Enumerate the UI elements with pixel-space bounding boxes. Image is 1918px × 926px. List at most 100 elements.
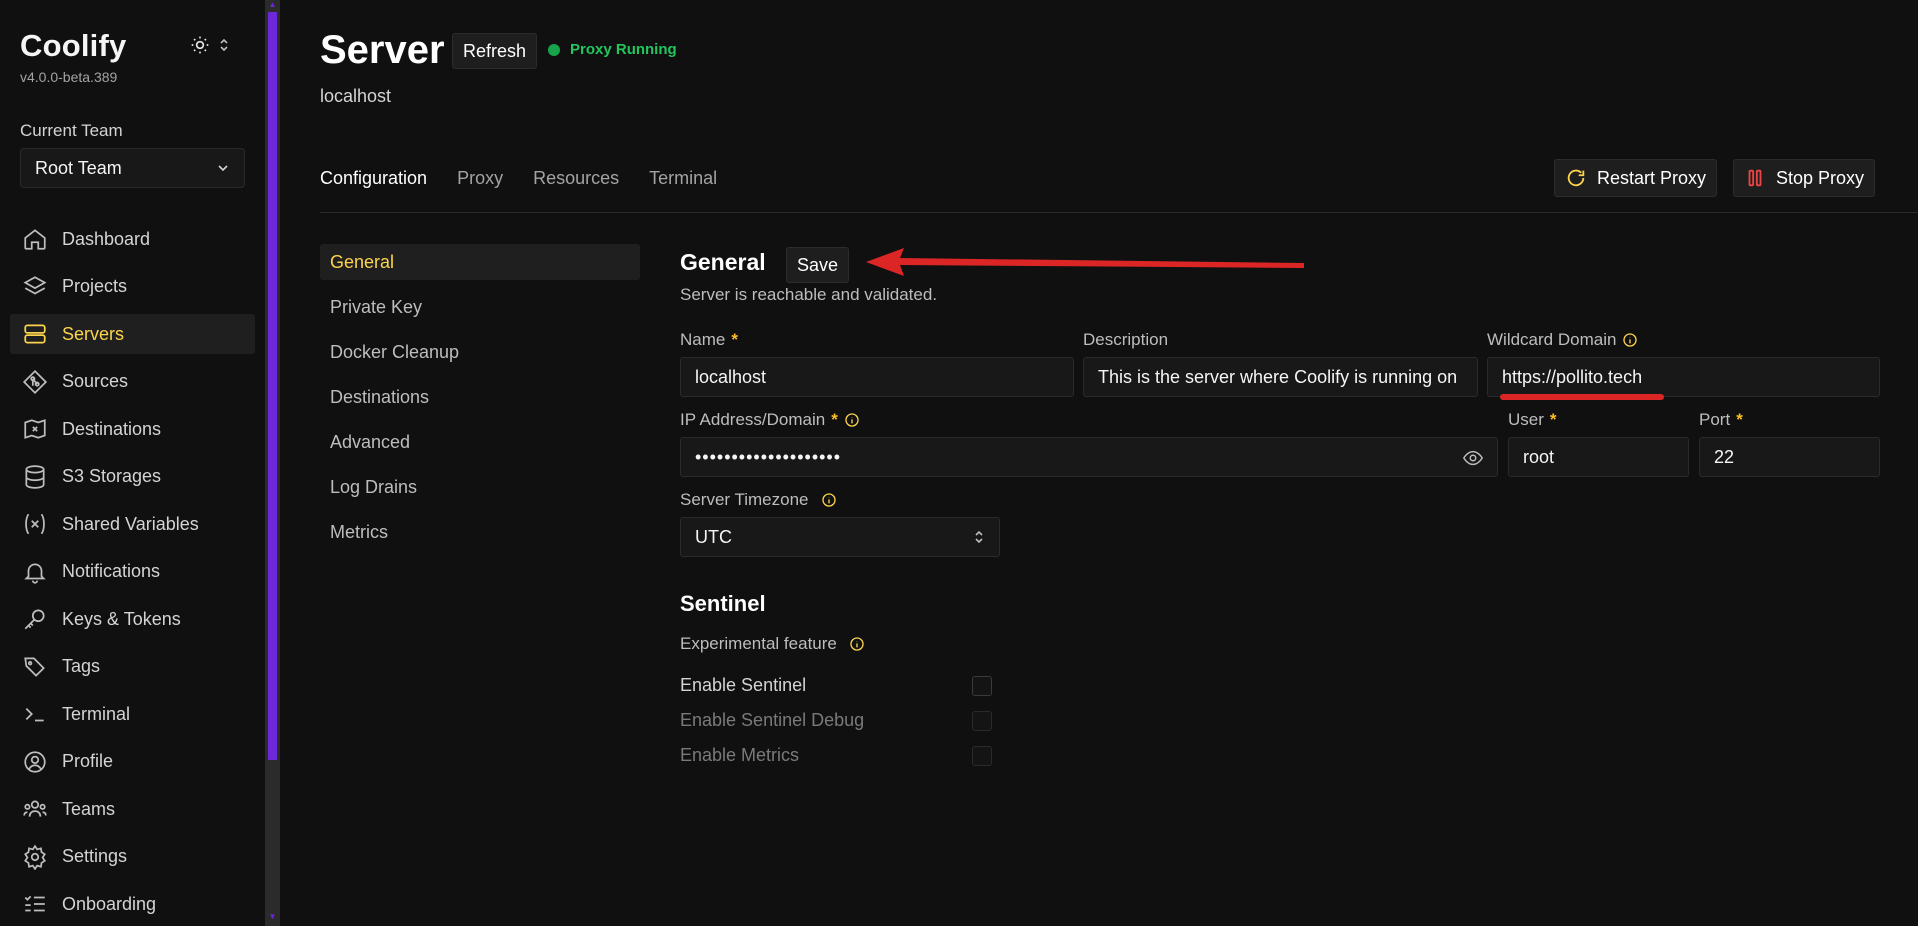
- server-status-text: Server is reachable and validated.: [680, 285, 938, 304]
- subnav-metrics[interactable]: Metrics: [320, 514, 640, 550]
- sidebar-item-label: Onboarding: [62, 893, 157, 914]
- sidebar-item-label: S3 Storages: [62, 466, 162, 486]
- chevron-updown-icon: [220, 38, 228, 52]
- subnav-advanced[interactable]: Advanced: [320, 424, 640, 460]
- enable-sentinel-debug-checkbox[interactable]: [972, 711, 992, 731]
- user-input[interactable]: root: [1508, 437, 1689, 477]
- stop-proxy-button[interactable]: Stop Proxy: [1733, 159, 1876, 197]
- subnav-log-drains[interactable]: Log Drains: [320, 469, 640, 505]
- chevron-down-icon: [218, 165, 228, 172]
- sidebar-item-teams[interactable]: Teams: [10, 789, 255, 829]
- info-icon[interactable]: [821, 492, 837, 508]
- list-icon: [24, 895, 45, 912]
- subnav-destinations[interactable]: Destinations: [320, 379, 640, 415]
- eye-icon[interactable]: [1461, 447, 1485, 469]
- proxy-status-label: Proxy Running: [570, 41, 677, 58]
- sidebar-item-settings[interactable]: Settings: [10, 837, 255, 877]
- sidebar-nav: Dashboard Projects Servers Sources Desti…: [10, 219, 255, 926]
- annotation-underline: [1500, 394, 1664, 400]
- tab-proxy[interactable]: Proxy: [457, 168, 503, 189]
- ip-address-label: IP Address/Domain *: [680, 410, 860, 430]
- git-icon: [22, 369, 48, 394]
- required-marker: *: [1549, 410, 1557, 429]
- sidebar-item-keys-tokens[interactable]: Keys & Tokens: [10, 599, 255, 639]
- enable-metrics-checkbox[interactable]: [972, 746, 992, 766]
- description-label: Description: [1083, 330, 1168, 350]
- refresh-icon: [1567, 169, 1585, 187]
- required-marker: *: [1736, 410, 1743, 429]
- destination-icon: [24, 419, 46, 439]
- scroll-down-arrow[interactable]: ▼: [268, 912, 277, 921]
- port-input[interactable]: 22: [1699, 437, 1880, 477]
- sidebar-item-dashboard[interactable]: Dashboard: [10, 219, 255, 259]
- sidebar-item-label: Dashboard: [62, 228, 151, 249]
- tags-icon: [24, 656, 45, 677]
- enable-sentinel-checkbox[interactable]: [972, 676, 992, 696]
- sidebar-item-profile[interactable]: Profile: [10, 742, 255, 782]
- info-icon[interactable]: [844, 412, 860, 428]
- sentinel-title: Sentinel: [680, 591, 766, 616]
- layers-icon: [23, 275, 47, 294]
- sidebar-item-onboarding[interactable]: Onboarding: [10, 884, 255, 924]
- config-subnav: General Private Key Docker Cleanup Desti…: [320, 244, 640, 559]
- required-marker: *: [831, 410, 838, 429]
- sidebar-item-sources[interactable]: Sources: [10, 362, 255, 402]
- info-icon[interactable]: [849, 636, 865, 652]
- app-logo[interactable]: Coolify: [20, 28, 126, 64]
- sidebar-item-label: Profile: [62, 751, 114, 771]
- sidebar-item-notifications[interactable]: Notifications: [10, 552, 255, 592]
- description-input[interactable]: This is the server where Coolify is runn…: [1083, 357, 1478, 397]
- restart-proxy-button[interactable]: Restart Proxy: [1554, 159, 1718, 197]
- team-select[interactable]: Root Team: [20, 148, 245, 188]
- port-label: Port *: [1699, 410, 1743, 430]
- enable-metrics-label: Enable Metrics: [680, 745, 800, 765]
- sidebar-item-s3-storages[interactable]: S3 Storages: [10, 457, 255, 497]
- tab-resources[interactable]: Resources: [533, 168, 619, 189]
- sidebar-item-terminal[interactable]: Terminal: [10, 694, 255, 734]
- variables-icon: [25, 513, 45, 535]
- sidebar-item-label: Terminal: [62, 703, 131, 724]
- enable-sentinel-label: Enable Sentinel: [680, 675, 807, 695]
- sidebar-item-shared-variables[interactable]: Shared Variables: [10, 504, 255, 544]
- team-select-value: Root Team: [35, 157, 122, 178]
- info-icon[interactable]: [1622, 332, 1638, 348]
- restart-proxy-label: Restart Proxy: [1597, 167, 1707, 188]
- pause-icon: [1748, 169, 1762, 187]
- user-label: User *: [1508, 410, 1557, 430]
- key-icon: [24, 609, 45, 630]
- wildcard-domain-input[interactable]: https://pollito.tech: [1487, 357, 1880, 397]
- wildcard-domain-label: Wildcard Domain: [1487, 330, 1638, 350]
- timezone-select[interactable]: UTC: [680, 517, 1000, 557]
- page-title: Server: [320, 28, 445, 72]
- gear-icon: [24, 844, 46, 870]
- refresh-button[interactable]: Refresh: [452, 33, 538, 69]
- experimental-label: Experimental feature: [680, 634, 865, 654]
- subnav-docker-cleanup[interactable]: Docker Cleanup: [320, 334, 640, 370]
- port-label-text: Port: [1699, 410, 1731, 429]
- sidebar-item-label: Sources: [62, 371, 129, 391]
- tab-terminal[interactable]: Terminal: [649, 168, 717, 189]
- save-button[interactable]: Save: [786, 247, 850, 283]
- subnav-general[interactable]: General: [320, 244, 640, 280]
- scroll-up-arrow[interactable]: ▲: [268, 0, 277, 9]
- sidebar-item-label: Tags: [62, 656, 101, 676]
- sidebar-item-destinations[interactable]: Destinations: [10, 409, 255, 449]
- stop-proxy-label: Stop Proxy: [1776, 167, 1865, 188]
- tab-configuration[interactable]: Configuration: [320, 168, 427, 189]
- theme-toggle[interactable]: [190, 32, 238, 58]
- home-icon: [24, 229, 46, 250]
- name-input[interactable]: localhost: [680, 357, 1074, 397]
- scrollbar-thumb[interactable]: [268, 12, 277, 760]
- sidebar-item-label: Teams: [62, 798, 116, 819]
- bell-icon: [24, 563, 46, 584]
- ip-address-input[interactable]: ••••••••••••••••••••: [680, 437, 1498, 477]
- user-icon: [24, 750, 46, 773]
- timezone-label-text: Server Timezone: [680, 490, 809, 509]
- app-version: v4.0.0-beta.389: [20, 69, 118, 85]
- sidebar-item-label: Notifications: [62, 561, 161, 581]
- sidebar-item-label: Servers: [62, 323, 125, 344]
- subnav-private-key[interactable]: Private Key: [320, 289, 640, 325]
- sidebar-item-projects[interactable]: Projects: [10, 267, 255, 307]
- sidebar-item-servers[interactable]: Servers: [10, 314, 255, 354]
- sidebar-item-tags[interactable]: Tags: [10, 647, 255, 687]
